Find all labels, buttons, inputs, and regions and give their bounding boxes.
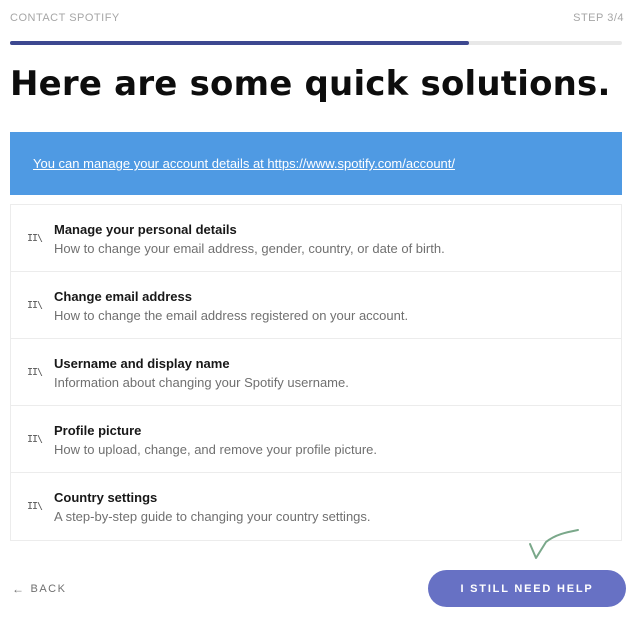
article-icon: II\	[27, 501, 43, 512]
solution-title: Username and display name	[54, 356, 230, 371]
header-title: CONTACT SPOTIFY	[10, 12, 120, 24]
solution-description: How to change your email address, gender…	[54, 241, 445, 256]
header-bar: CONTACT SPOTIFY STEP 3/4	[10, 9, 624, 27]
still-need-help-button[interactable]: I STILL NEED HELP	[428, 570, 626, 607]
solution-item-profile-picture[interactable]: II\ Profile picture How to upload, chang…	[11, 406, 621, 473]
back-label: BACK	[30, 583, 67, 595]
solution-item-change-email[interactable]: II\ Change email address How to change t…	[11, 272, 621, 339]
solution-item-personal-details[interactable]: II\ Manage your personal details How to …	[11, 205, 621, 272]
solutions-list: II\ Manage your personal details How to …	[10, 204, 622, 541]
solution-title: Change email address	[54, 289, 192, 304]
solution-description: How to change the email address register…	[54, 308, 409, 323]
solution-description: A step-by-step guide to changing your co…	[54, 509, 371, 524]
solution-description: Information about changing your Spotify …	[54, 375, 349, 390]
article-icon: II\	[27, 233, 43, 244]
solution-description: How to upload, change, and remove your p…	[54, 442, 378, 457]
progress-bar	[10, 41, 622, 45]
step-indicator: STEP 3/4	[573, 12, 624, 24]
back-button[interactable]: ← BACK	[12, 582, 66, 596]
solution-title: Manage your personal details	[54, 222, 237, 237]
solution-title: Profile picture	[54, 423, 142, 438]
solution-item-username[interactable]: II\ Username and display name Informatio…	[11, 339, 621, 406]
check-annotation-icon	[526, 528, 582, 569]
article-icon: II\	[27, 300, 43, 311]
arrow-left-icon: ←	[12, 582, 26, 596]
article-icon: II\	[27, 434, 43, 445]
progress-bar-fill	[10, 41, 469, 45]
info-banner: You can manage your account details at h…	[10, 132, 622, 195]
account-link[interactable]: You can manage your account details at h…	[33, 156, 455, 171]
solution-title: Country settings	[54, 490, 158, 505]
article-icon: II\	[27, 367, 43, 378]
page-title: Here are some quick solutions.	[10, 64, 611, 104]
